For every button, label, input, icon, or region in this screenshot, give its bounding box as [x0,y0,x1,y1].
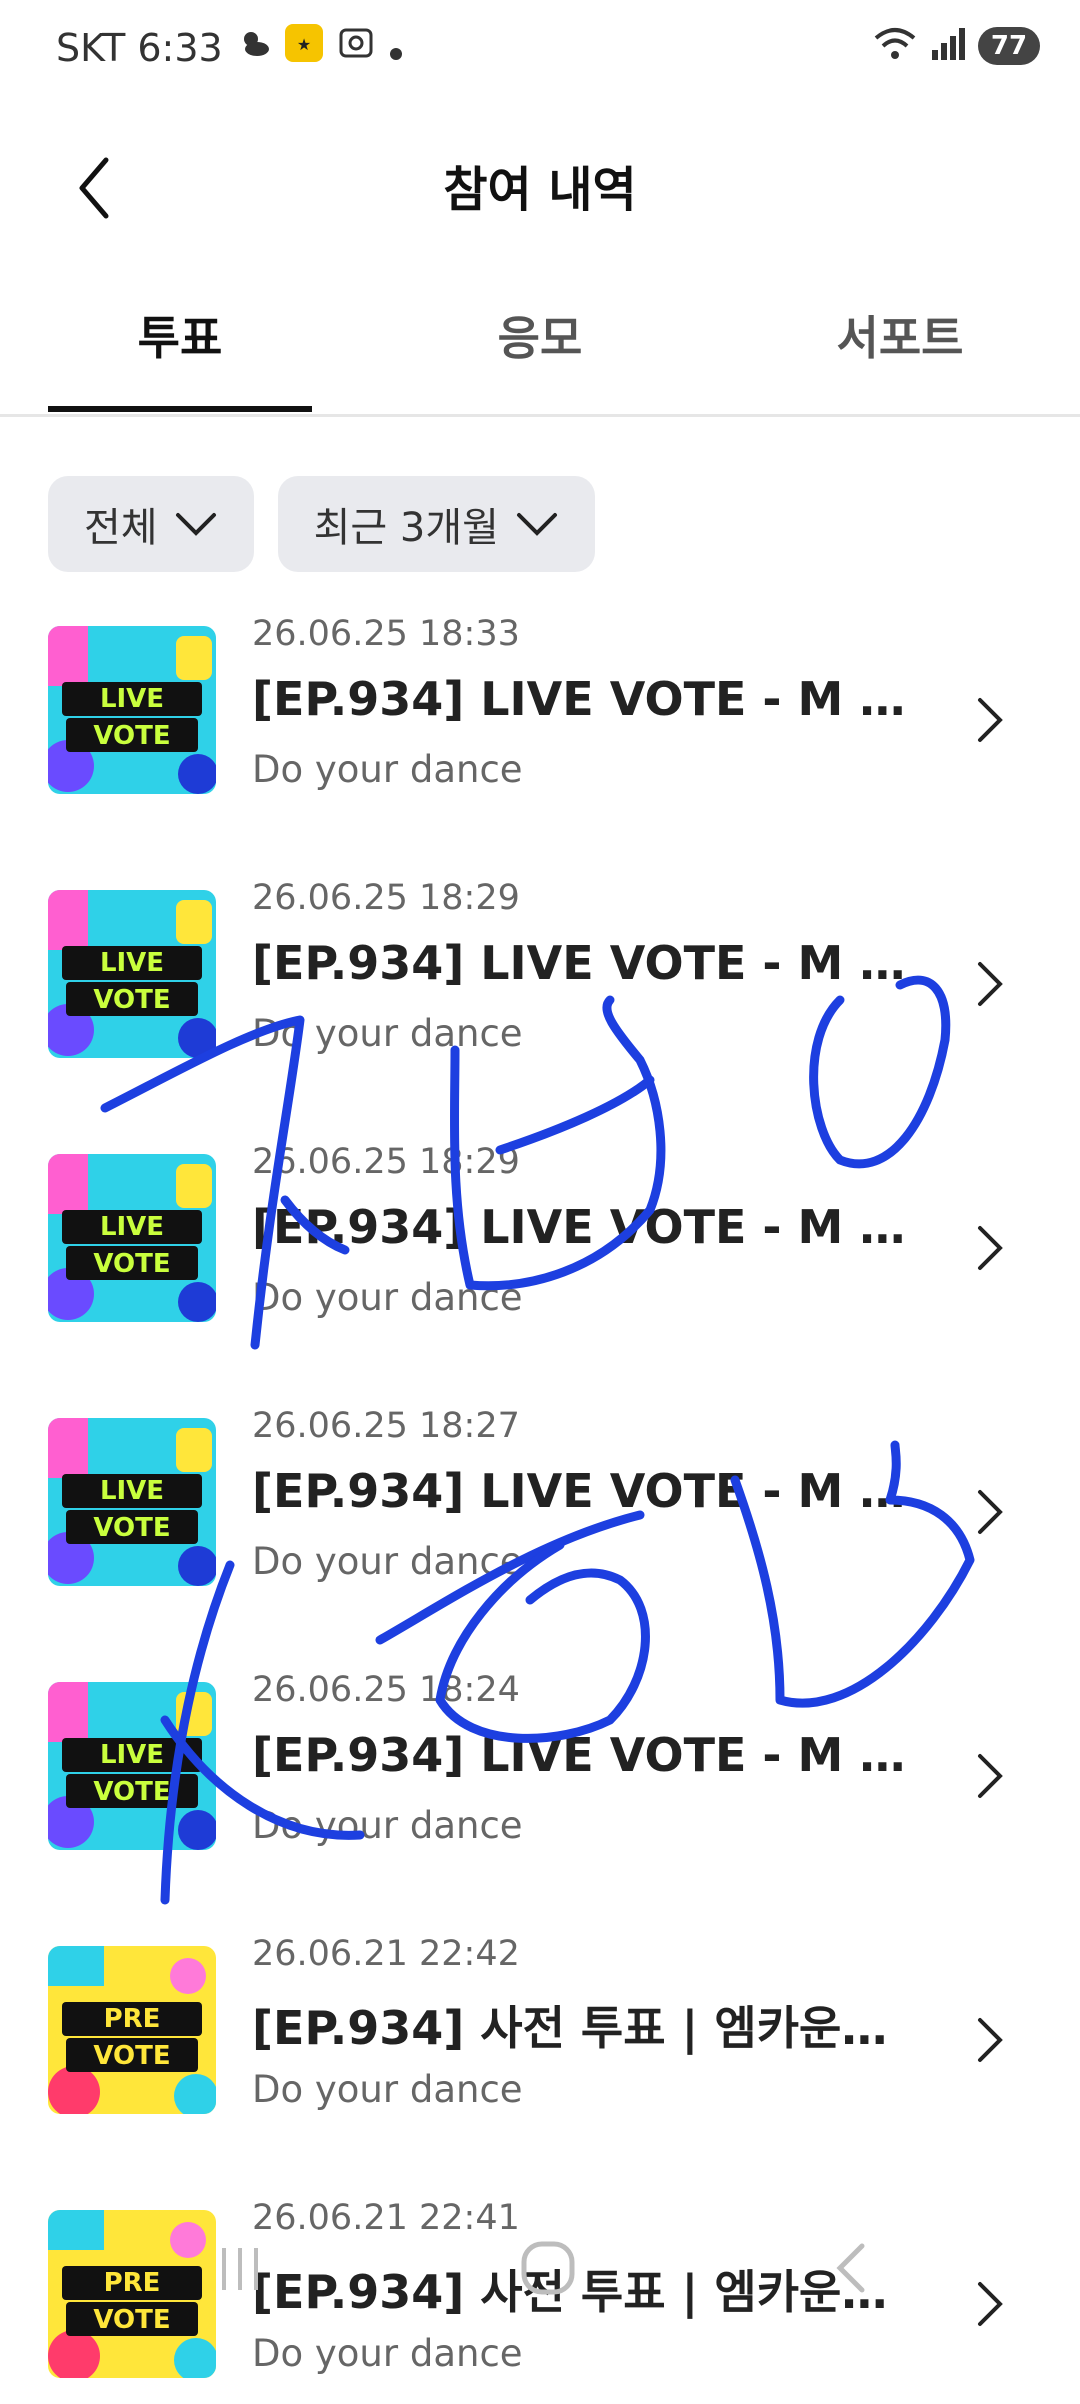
chevron-down-icon [516,513,557,536]
signal-icon [930,26,966,66]
live-vote-thumbnail: LIVE VOTE [48,626,216,794]
tab-vote[interactable]: 투표 [50,302,310,368]
active-tab-indicator [48,406,312,412]
tab-support[interactable]: 서포트 [770,302,1030,368]
live-vote-thumbnail: LIVE VOTE [48,1682,216,1850]
item-title: [EP.934] LIVE VOTE - M COUNTDOWN [252,1200,912,1254]
app-notification-icon: ★ [284,24,323,71]
type-filter-label: 전체 [84,505,158,551]
chevron-right-icon [978,698,1003,742]
period-filter-dropdown[interactable]: 최근 3개월 [277,476,595,572]
period-filter-label: 최근 3개월 [313,505,499,551]
item-date: 26.06.25 18:27 [252,1406,520,1446]
weather-icon [237,26,271,70]
system-back-icon[interactable] [826,2238,876,2298]
item-subtitle: Do your dance [252,1540,523,1583]
chevron-right-icon [978,2018,1003,2062]
filter-row: 전체 최근 3개월 [48,476,595,572]
list-item[interactable]: LIVE VOTE 26.06.25 18:29 [EP.934] LIVE V… [0,1142,1080,1348]
wifi-icon [872,24,918,68]
tab-entry[interactable]: 응모 [410,302,670,368]
item-date: 26.06.25 18:29 [252,1142,520,1182]
item-subtitle: Do your dance [252,1804,523,1847]
thumb-line2: VOTE [93,985,170,1015]
thumb-line2: VOTE [93,721,170,751]
item-subtitle: Do your dance [252,1276,523,1319]
list-item[interactable]: LIVE VOTE 26.06.25 18:29 [EP.934] LIVE V… [0,878,1080,1084]
item-title: [EP.934] LIVE VOTE - M COUNTDOWN [252,1464,912,1518]
screenshot-icon [337,24,375,71]
type-filter-dropdown[interactable]: 전체 [48,476,254,572]
item-date: 26.06.25 18:33 [252,614,520,654]
battery-indicator: 77 [978,27,1040,65]
chevron-right-icon [978,1490,1003,1534]
thumb-line1: LIVE [100,1212,164,1242]
thumb-line2: VOTE [93,1777,170,1807]
thumb-line1: LIVE [100,1476,164,1506]
item-title: [EP.934] 사전 투표 | 엠카운트다운 [252,2001,912,2055]
tab-bar: 투표 응모 서포트 [0,270,1080,417]
thumb-line1: PRE [104,2004,161,2034]
thumb-line2: VOTE [93,1249,170,1279]
live-vote-thumbnail: LIVE VOTE [48,1154,216,1322]
app-header: 참여 내역 [0,120,1080,240]
item-title: [EP.934] LIVE VOTE - M COUNTDOWN [252,936,912,990]
list-item[interactable]: PRE VOTE 26.06.21 22:42 [EP.934] 사전 투표 |… [0,1934,1080,2140]
carrier-time: SKT 6:33 [56,25,223,70]
list-item[interactable]: LIVE VOTE 26.06.25 18:33 [EP.934] LIVE V… [0,614,1080,820]
chevron-right-icon [978,1754,1003,1798]
pre-vote-thumbnail: PRE VOTE [48,1946,216,2114]
item-subtitle: Do your dance [252,748,523,791]
live-vote-thumbnail: LIVE VOTE [48,890,216,1058]
thumb-line1: LIVE [100,948,164,978]
item-subtitle: Do your dance [252,1012,523,1055]
item-date: 26.06.25 18:29 [252,878,520,918]
list-item[interactable]: LIVE VOTE 26.06.25 18:27 [EP.934] LIVE V… [0,1406,1080,1612]
home-icon[interactable] [518,2238,578,2298]
list-item[interactable]: LIVE VOTE 26.06.25 18:24 [EP.934] LIVE V… [0,1670,1080,1876]
chevron-down-icon [175,513,216,536]
item-title: [EP.934] LIVE VOTE - M COUNTDOWN [252,672,912,726]
live-vote-thumbnail: LIVE VOTE [48,1418,216,1586]
system-nav-bar [0,2230,1080,2340]
item-title: [EP.934] LIVE VOTE - M COUNTDOWN [252,1728,912,1782]
recent-apps-icon[interactable] [214,2242,268,2296]
item-date: 26.06.21 22:42 [252,1934,520,1974]
thumb-line2: VOTE [93,2041,170,2071]
thumb-line1: LIVE [100,1740,164,1770]
dot-icon [389,26,403,70]
item-subtitle: Do your dance [252,2068,523,2111]
page-title: 참여 내역 [443,162,637,218]
svg-text:★: ★ [297,35,311,54]
thumb-line1: LIVE [100,684,164,714]
status-bar: SKT 6:33 ★ 77 [0,0,1080,100]
chevron-right-icon [978,1226,1003,1270]
chevron-right-icon [978,962,1003,1006]
item-date: 26.06.25 18:24 [252,1670,520,1710]
thumb-line2: VOTE [93,1513,170,1543]
